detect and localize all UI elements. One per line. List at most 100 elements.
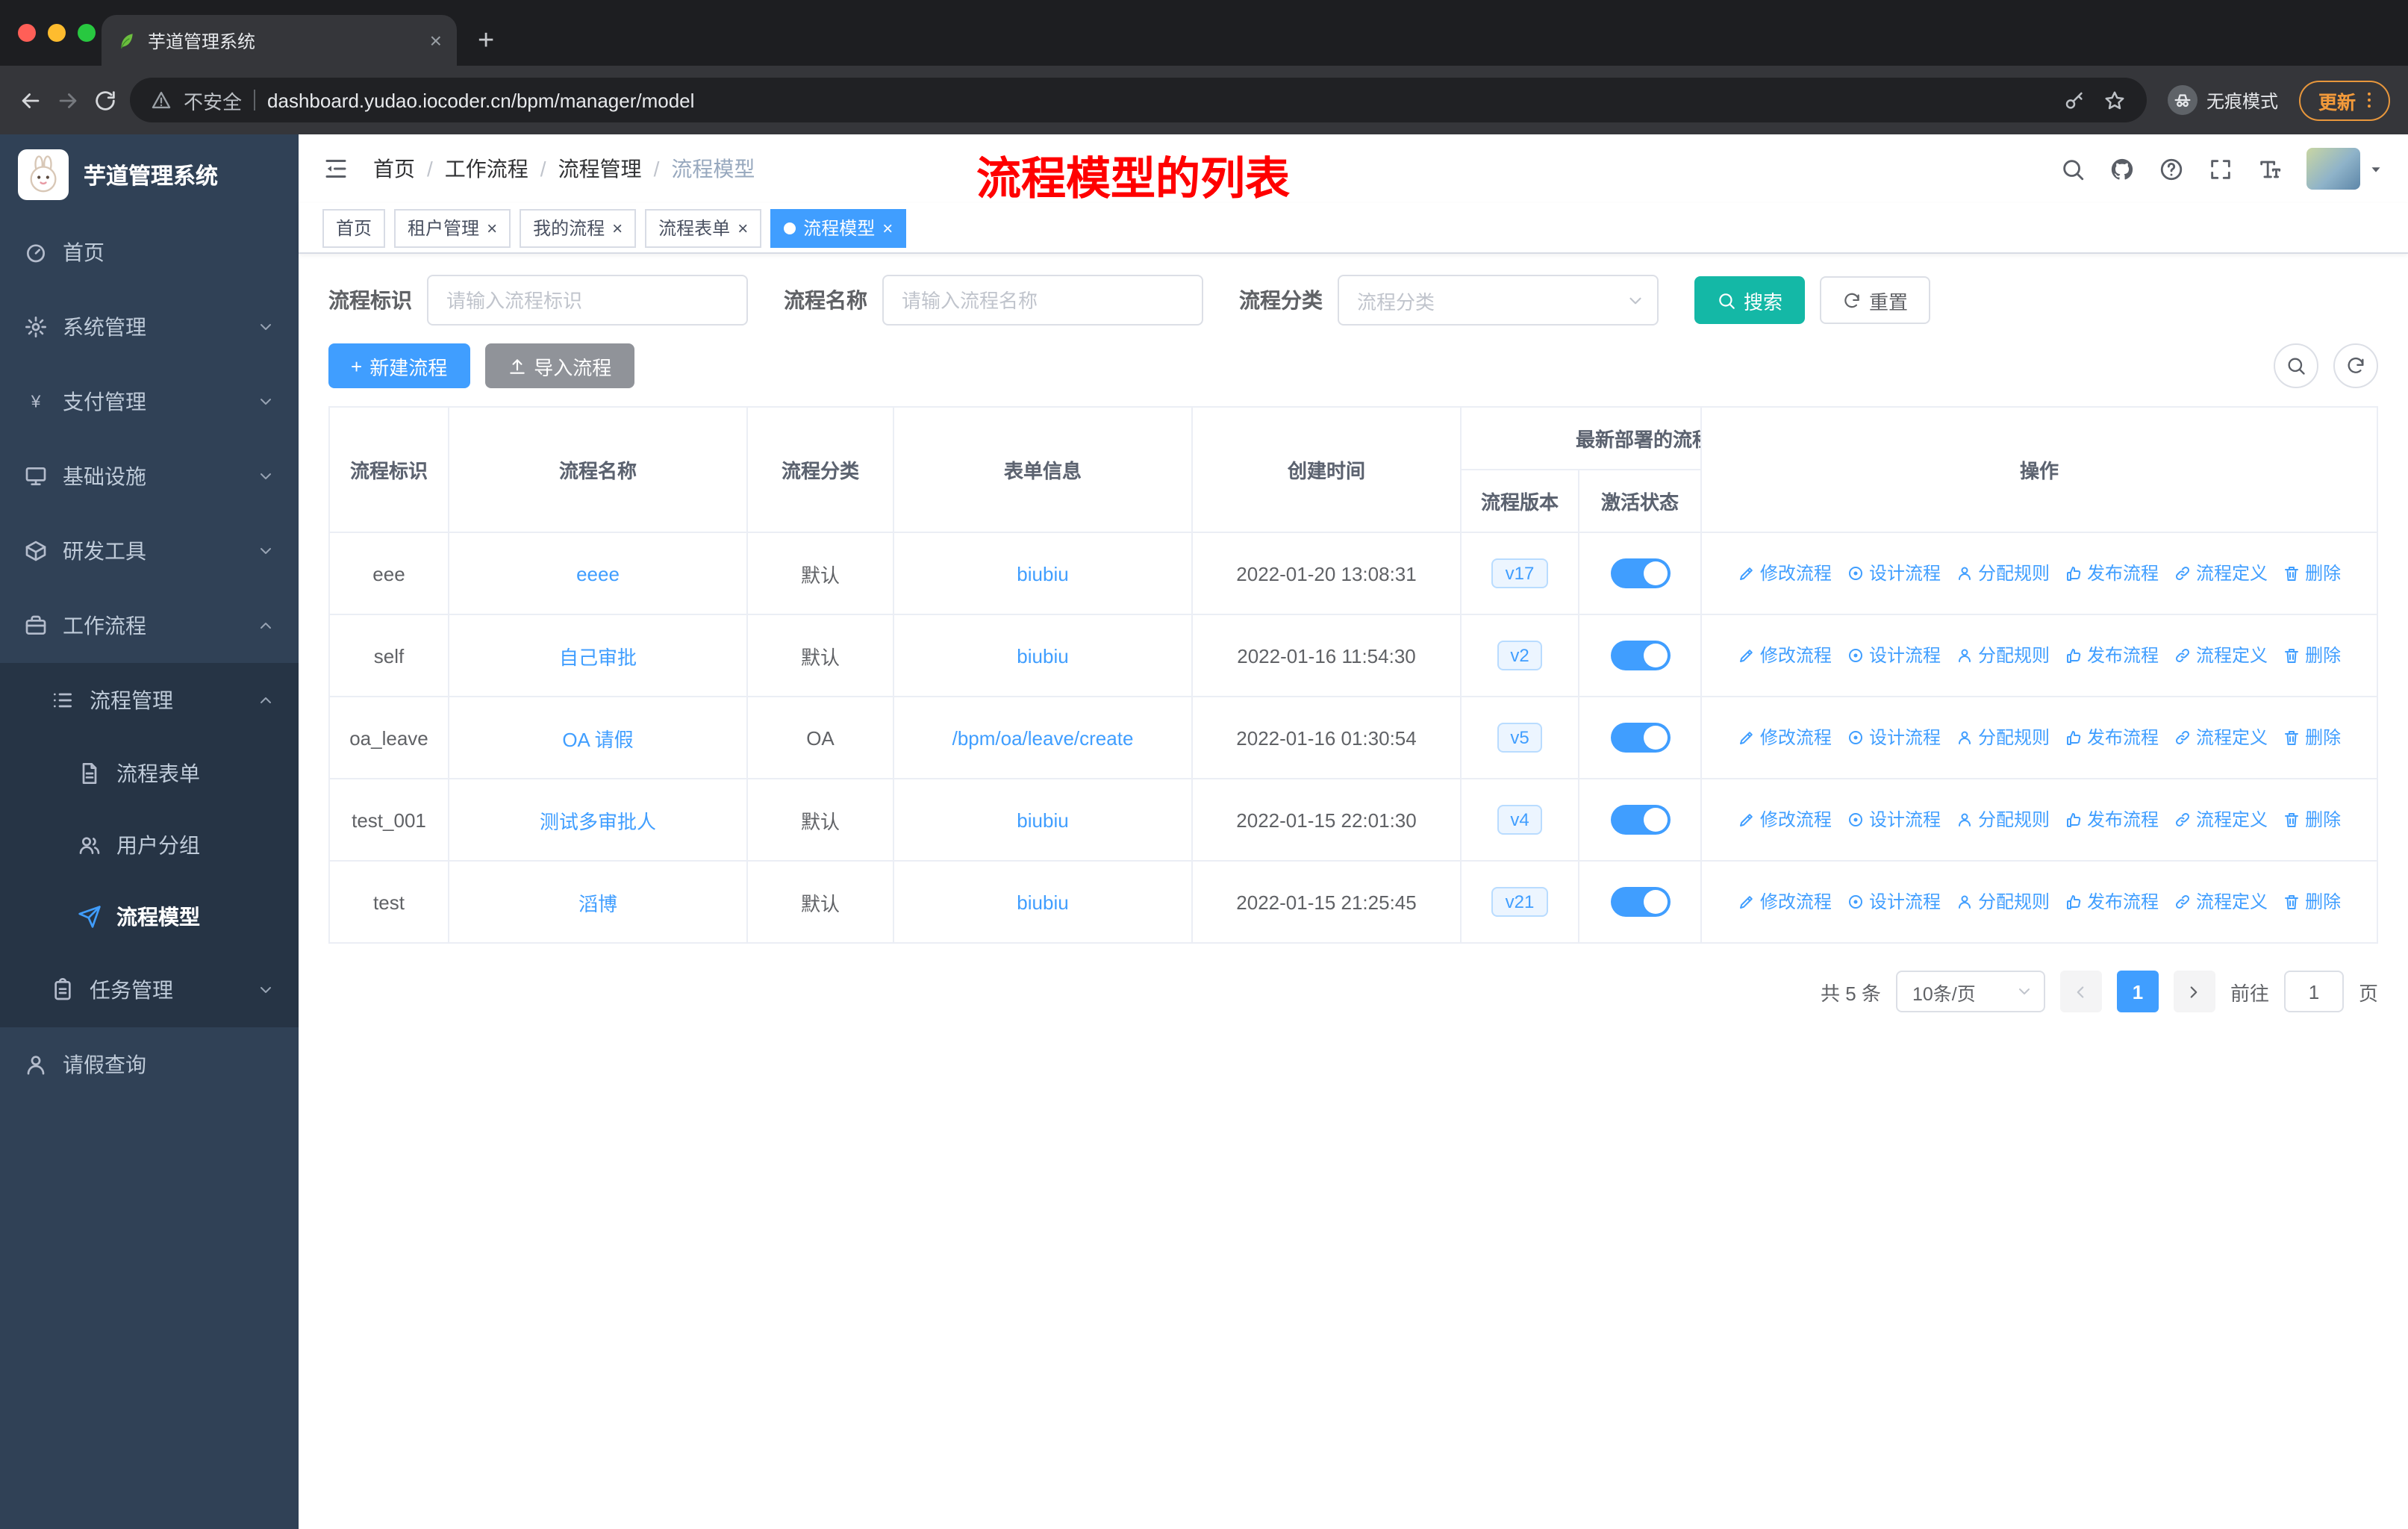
- op-design-link[interactable]: 设计流程: [1847, 889, 1941, 915]
- font-size-icon[interactable]: [2257, 156, 2283, 181]
- tab-close-icon[interactable]: ×: [430, 30, 442, 51]
- op-publish-link[interactable]: 发布流程: [2065, 643, 2159, 668]
- op-design-link[interactable]: 设计流程: [1847, 561, 1941, 586]
- password-key-icon[interactable]: [2063, 89, 2086, 111]
- forward-icon[interactable]: [55, 87, 81, 113]
- sidebar-item-payment[interactable]: ¥ 支付管理: [0, 364, 299, 439]
- back-icon[interactable]: [18, 87, 43, 113]
- op-definition-link[interactable]: 流程定义: [2174, 807, 2268, 832]
- new-tab-button[interactable]: +: [478, 27, 494, 55]
- minimize-window-button[interactable]: [48, 24, 66, 42]
- next-page-button[interactable]: [2173, 971, 2215, 1012]
- refresh-table-button[interactable]: [2333, 343, 2378, 388]
- sidebar-item-workflow[interactable]: 工作流程: [0, 588, 299, 663]
- breadcrumb-process-management[interactable]: 流程管理: [558, 154, 642, 184]
- form-info-link[interactable]: biubiu: [1017, 891, 1068, 913]
- process-name-input[interactable]: [882, 275, 1203, 326]
- tag-close-icon[interactable]: ×: [487, 219, 497, 237]
- page-size-select[interactable]: 10条/页: [1895, 971, 2045, 1012]
- page-1-button[interactable]: 1: [2116, 971, 2159, 1012]
- toggle-search-button[interactable]: [2274, 343, 2318, 388]
- tag-home[interactable]: 首页: [322, 208, 386, 247]
- process-name-link[interactable]: OA 请假: [562, 728, 633, 750]
- bookmark-star-icon[interactable]: [2103, 89, 2126, 111]
- close-window-button[interactable]: [18, 24, 36, 42]
- op-definition-link[interactable]: 流程定义: [2174, 561, 2268, 586]
- browser-menu-icon[interactable]: [2359, 90, 2380, 110]
- op-edit-link[interactable]: 修改流程: [1738, 561, 1832, 586]
- process-name-link[interactable]: eeee: [576, 562, 620, 585]
- tag-close-icon[interactable]: ×: [612, 219, 623, 237]
- reload-icon[interactable]: [93, 87, 118, 113]
- op-publish-link[interactable]: 发布流程: [2065, 807, 2159, 832]
- op-delete-link[interactable]: 删除: [2283, 561, 2341, 586]
- address-bar[interactable]: 不安全 dashboard.yudao.iocoder.cn/bpm/manag…: [130, 78, 2147, 122]
- browser-tab[interactable]: 芋道管理系统 ×: [102, 15, 457, 66]
- sidebar-item-user-group[interactable]: 用户分组: [0, 809, 299, 881]
- tag-process-form[interactable]: 流程表单 ×: [645, 208, 762, 247]
- tag-close-icon[interactable]: ×: [737, 219, 748, 237]
- op-delete-link[interactable]: 删除: [2283, 807, 2341, 832]
- sidebar-item-infrastructure[interactable]: 基础设施: [0, 439, 299, 514]
- fullscreen-icon[interactable]: [2208, 156, 2233, 181]
- process-category-select[interactable]: 流程分类: [1338, 275, 1659, 326]
- form-info-link[interactable]: biubiu: [1017, 562, 1068, 585]
- sidebar-item-task-management[interactable]: 任务管理: [0, 953, 299, 1027]
- form-info-link[interactable]: biubiu: [1017, 644, 1068, 667]
- process-name-link[interactable]: 自己审批: [559, 646, 637, 668]
- op-publish-link[interactable]: 发布流程: [2065, 561, 2159, 586]
- active-toggle[interactable]: [1610, 641, 1670, 670]
- form-info-link[interactable]: /bpm/oa/leave/create: [952, 726, 1134, 749]
- sidebar-item-process-model[interactable]: 流程模型: [0, 881, 299, 953]
- form-info-link[interactable]: biubiu: [1017, 809, 1068, 831]
- op-design-link[interactable]: 设计流程: [1847, 643, 1941, 668]
- op-assign-link[interactable]: 分配规则: [1956, 889, 2050, 915]
- prev-page-button[interactable]: [2059, 971, 2102, 1012]
- sidebar-item-devtools[interactable]: 研发工具: [0, 514, 299, 588]
- op-publish-link[interactable]: 发布流程: [2065, 725, 2159, 750]
- search-button[interactable]: 搜索: [1694, 276, 1806, 324]
- user-avatar-menu[interactable]: [2306, 148, 2384, 190]
- op-delete-link[interactable]: 删除: [2283, 889, 2341, 915]
- create-process-button[interactable]: + 新建流程: [328, 343, 470, 388]
- sidebar-item-home[interactable]: 首页: [0, 215, 299, 290]
- hamburger-icon[interactable]: [322, 155, 349, 182]
- tag-my-process[interactable]: 我的流程 ×: [520, 208, 637, 247]
- sidebar-item-process-form[interactable]: 流程表单: [0, 738, 299, 809]
- active-toggle[interactable]: [1610, 723, 1670, 753]
- op-assign-link[interactable]: 分配规则: [1956, 725, 2050, 750]
- op-edit-link[interactable]: 修改流程: [1738, 725, 1832, 750]
- active-toggle[interactable]: [1610, 558, 1670, 588]
- active-toggle[interactable]: [1610, 887, 1670, 917]
- op-publish-link[interactable]: 发布流程: [2065, 889, 2159, 915]
- process-id-input[interactable]: [427, 275, 748, 326]
- op-definition-link[interactable]: 流程定义: [2174, 725, 2268, 750]
- op-assign-link[interactable]: 分配规则: [1956, 807, 2050, 832]
- reset-button[interactable]: 重置: [1820, 276, 1931, 324]
- op-definition-link[interactable]: 流程定义: [2174, 889, 2268, 915]
- sidebar-item-system[interactable]: 系统管理: [0, 290, 299, 364]
- op-edit-link[interactable]: 修改流程: [1738, 643, 1832, 668]
- tag-close-icon[interactable]: ×: [882, 219, 893, 237]
- process-name-link[interactable]: 滔博: [578, 892, 617, 915]
- maximize-window-button[interactable]: [78, 24, 96, 42]
- tag-tenant[interactable]: 租户管理 ×: [394, 208, 511, 247]
- github-icon[interactable]: [2109, 156, 2135, 181]
- goto-page-input[interactable]: [2283, 971, 2344, 1012]
- op-design-link[interactable]: 设计流程: [1847, 807, 1941, 832]
- breadcrumb-workflow[interactable]: 工作流程: [445, 154, 528, 184]
- op-delete-link[interactable]: 删除: [2283, 643, 2341, 668]
- header-search-icon[interactable]: [2060, 156, 2086, 181]
- update-button[interactable]: 更新: [2298, 80, 2390, 120]
- sidebar-item-leave-query[interactable]: 请假查询: [0, 1027, 299, 1102]
- sidebar-item-process-management[interactable]: 流程管理: [0, 663, 299, 738]
- op-design-link[interactable]: 设计流程: [1847, 725, 1941, 750]
- import-process-button[interactable]: 导入流程: [484, 343, 634, 388]
- active-toggle[interactable]: [1610, 805, 1670, 835]
- op-edit-link[interactable]: 修改流程: [1738, 807, 1832, 832]
- op-delete-link[interactable]: 删除: [2283, 725, 2341, 750]
- process-name-link[interactable]: 测试多审批人: [540, 810, 656, 832]
- op-assign-link[interactable]: 分配规则: [1956, 643, 2050, 668]
- help-icon[interactable]: [2159, 156, 2184, 181]
- op-definition-link[interactable]: 流程定义: [2174, 643, 2268, 668]
